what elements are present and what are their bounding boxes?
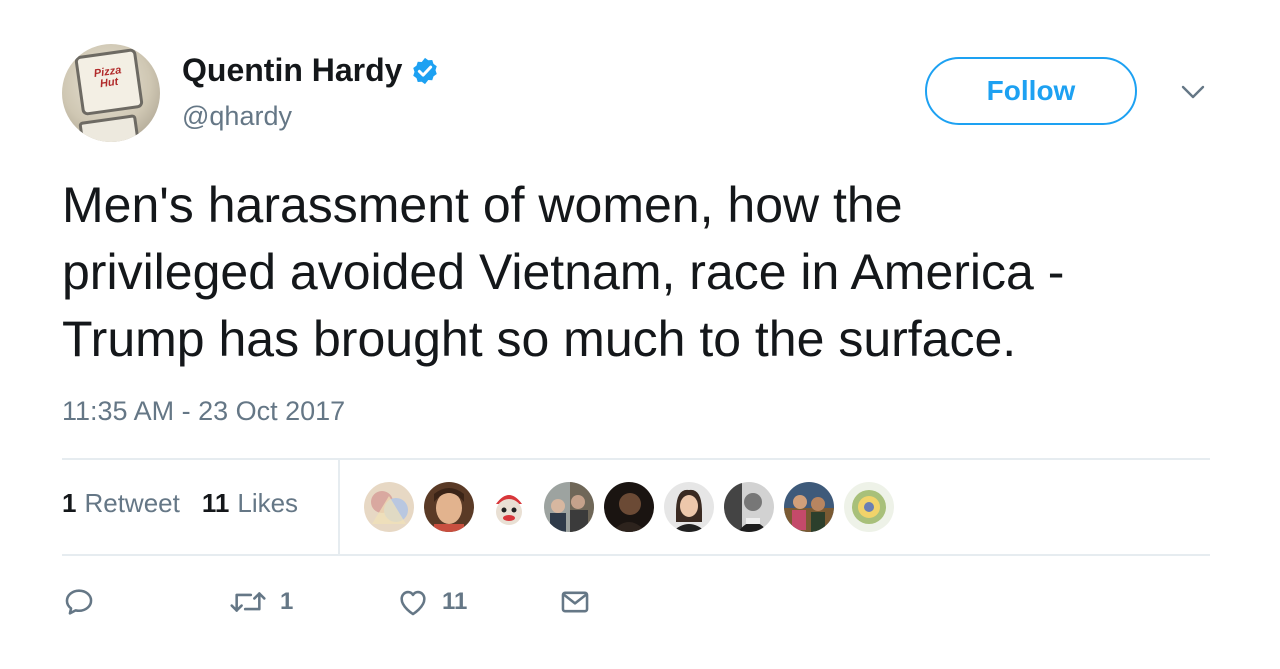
liker-avatar[interactable] (484, 482, 534, 532)
tweet-stats: 1 Retweet 11 Likes (62, 488, 298, 519)
envelope-icon[interactable] (558, 585, 592, 619)
likes-label: Likes (237, 488, 299, 518)
liker-avatar[interactable] (544, 482, 594, 532)
user-handle[interactable]: @qhardy (182, 101, 292, 132)
divider-bottom (62, 554, 1210, 556)
divider-top (62, 458, 1210, 460)
retweet-count: 1 (280, 588, 294, 615)
avatar-sign-lower (78, 114, 140, 142)
reply-action[interactable] (62, 582, 96, 622)
avatar-sign-text: Pizza Hut (93, 64, 123, 91)
liker-avatar[interactable] (724, 482, 774, 532)
liker-avatar[interactable] (424, 482, 474, 532)
liker-avatar[interactable] (784, 482, 834, 532)
tweet-text: Men's harassment of women, how the privi… (62, 172, 1222, 373)
user-name[interactable]: Quentin Hardy (182, 52, 440, 89)
retweet-icon[interactable] (228, 585, 268, 619)
likers-avatars (364, 482, 894, 532)
user-name-text[interactable]: Quentin Hardy (182, 52, 402, 89)
avatar-sign: Pizza Hut (74, 47, 144, 117)
reply-icon[interactable] (62, 585, 96, 619)
retweets-label: Retweet (84, 488, 180, 518)
liker-avatar[interactable] (664, 482, 714, 532)
tweet-timestamp[interactable]: 11:35 AM - 23 Oct 2017 (62, 396, 345, 427)
avatar[interactable]: Pizza Hut (62, 44, 160, 142)
tweet-text-line: Trump has brought so much to the surface… (62, 311, 1017, 367)
heart-icon[interactable] (396, 585, 430, 619)
liker-avatar[interactable] (604, 482, 654, 532)
retweets-stat[interactable]: 1 Retweet (62, 488, 180, 519)
retweets-count: 1 (62, 488, 77, 518)
like-count: 11 (442, 588, 468, 615)
chevron-down-icon[interactable] (1178, 80, 1208, 104)
likes-stat[interactable]: 11 Likes (202, 488, 298, 519)
tweet-text-line: privileged avoided Vietnam, race in Amer… (62, 244, 1065, 300)
liker-avatar[interactable] (364, 482, 414, 532)
liker-avatar[interactable] (844, 482, 894, 532)
likes-count: 11 (201, 488, 230, 518)
tweet-text-line: Men's harassment of women, how the (62, 177, 903, 233)
verified-badge-icon (410, 56, 440, 86)
retweet-action[interactable]: 1 (228, 582, 293, 622)
follow-button[interactable]: Follow (925, 57, 1137, 125)
divider-vertical (338, 460, 340, 554)
like-action[interactable]: 11 (396, 582, 467, 622)
direct-message-action[interactable] (558, 582, 592, 622)
